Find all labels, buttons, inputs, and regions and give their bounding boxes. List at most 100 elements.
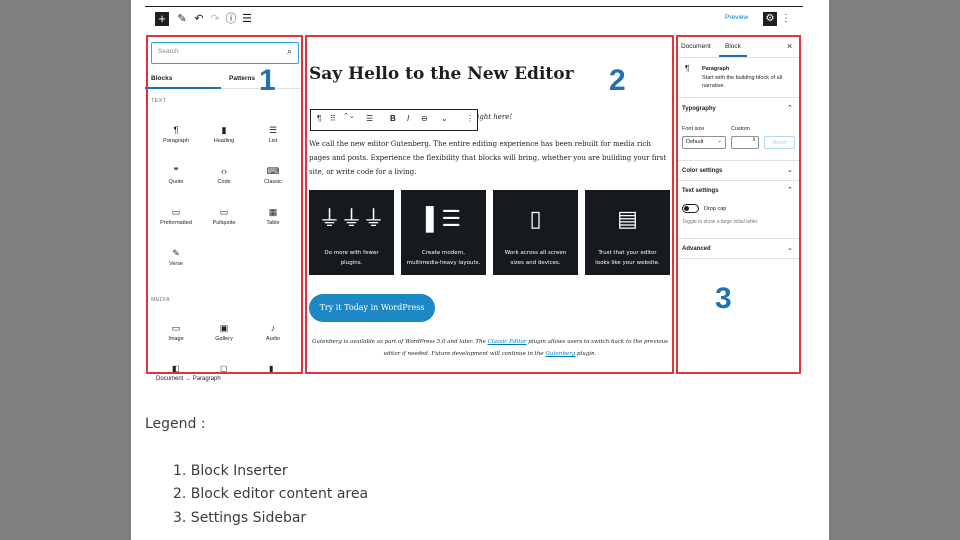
- breadcrumb: Document → Paragraph: [156, 376, 221, 382]
- block-image[interactable]: ▭ Image: [151, 322, 201, 342]
- code-icon: ‹›: [221, 166, 227, 176]
- card-text: Create modern,: [421, 250, 466, 256]
- media-text-icon[interactable]: ▮: [269, 364, 273, 373]
- paragraph-icon: ¶: [173, 125, 179, 135]
- paragraph-type-icon[interactable]: ¶: [317, 114, 321, 123]
- more-options-icon[interactable]: ⋮: [781, 12, 791, 26]
- text-settings-toggle[interactable]: Text settings: [682, 188, 719, 194]
- block-heading[interactable]: ▮ Heading: [199, 124, 249, 144]
- block-label: Heading: [213, 138, 235, 144]
- chevron-up-icon[interactable]: ⌃: [787, 104, 793, 112]
- post-title[interactable]: Say Hello to the New Editor: [309, 64, 574, 84]
- breadcrumb-paragraph[interactable]: Paragraph: [193, 376, 221, 382]
- block-audio[interactable]: ♪ Audio: [248, 322, 298, 342]
- block-table[interactable]: ▦ Table: [248, 206, 298, 226]
- pullquote-icon: ▭: [219, 207, 229, 217]
- redo-icon[interactable]: ↷: [208, 12, 222, 26]
- chevron-up-icon[interactable]: ⌃: [787, 186, 793, 194]
- italic-button[interactable]: I: [407, 114, 409, 123]
- chevron-down-icon[interactable]: ⌄: [787, 244, 793, 252]
- list-icon: ☰: [268, 125, 278, 135]
- image-icon: ▭: [171, 323, 181, 333]
- breadcrumb-document[interactable]: Document: [156, 376, 183, 382]
- legend-item: 1. Block Inserter: [173, 463, 288, 479]
- tab-block[interactable]: Block: [725, 43, 741, 50]
- block-label: Table: [266, 220, 280, 226]
- paragraph-icon: ¶: [685, 64, 690, 73]
- block-preformatted[interactable]: ▭ Preformatted: [151, 206, 201, 226]
- feature-card: ▌☰ Create modern, multimedia-heavy layout…: [401, 190, 486, 275]
- info-icon[interactable]: ⓘ: [224, 12, 238, 26]
- preview-button[interactable]: Preview: [725, 14, 748, 21]
- block-list[interactable]: ☰ List: [248, 124, 298, 144]
- block-label: List: [268, 138, 278, 144]
- more-options-icon[interactable]: ⋮: [466, 114, 474, 123]
- footnote-text: Gutenberg is available as part of WordPr…: [309, 336, 671, 360]
- block-label: Pullquote: [212, 220, 236, 226]
- list-view-icon[interactable]: ☰: [240, 12, 254, 26]
- spinner-icon: ⇕: [751, 137, 756, 143]
- tab-blocks[interactable]: Blocks: [151, 75, 172, 82]
- mobile-icon: ▯: [529, 206, 542, 231]
- block-label: Verse: [168, 261, 184, 267]
- cover-icon[interactable]: ◧: [172, 364, 180, 373]
- card-text: multimedia-heavy layouts.: [406, 260, 481, 266]
- chevron-down-icon[interactable]: ⌄: [787, 166, 793, 174]
- bold-button[interactable]: B: [390, 114, 396, 123]
- drag-handle-icon[interactable]: ⠿: [330, 114, 336, 123]
- file-icon[interactable]: ▢: [220, 364, 228, 373]
- advanced-panel-toggle[interactable]: Advanced: [682, 246, 711, 252]
- font-size-value: Default: [686, 139, 704, 145]
- footnote-part: plugin.: [575, 351, 597, 357]
- block-quote[interactable]: ❞ Quote: [151, 165, 201, 185]
- block-paragraph[interactable]: ¶ Paragraph: [151, 124, 201, 144]
- top-divider: [145, 6, 803, 7]
- tab-document[interactable]: Document: [681, 43, 711, 50]
- custom-size-input[interactable]: ⇕: [731, 136, 759, 149]
- text-section-label: TEXT: [151, 98, 167, 104]
- undo-icon[interactable]: ↶: [192, 12, 206, 26]
- gutenberg-link[interactable]: Gutenberg: [545, 351, 575, 357]
- italic-text[interactable]: ight here!: [477, 113, 512, 121]
- card-text: looks like your website.: [595, 260, 660, 266]
- block-gallery[interactable]: ▣ Gallery: [199, 322, 249, 342]
- pencil-icon[interactable]: ✎: [175, 12, 189, 26]
- block-verse[interactable]: ✎ Verse: [151, 247, 201, 267]
- block-pullquote[interactable]: ▭ Pullquote: [199, 206, 249, 226]
- card-text: Trust that your editor: [598, 250, 657, 256]
- align-icon[interactable]: ☰: [366, 114, 373, 123]
- close-icon[interactable]: ×: [787, 41, 792, 51]
- verse-icon: ✎: [172, 248, 180, 258]
- tab-patterns[interactable]: Patterns: [229, 75, 255, 82]
- chevron-down-icon[interactable]: ⌄: [441, 114, 448, 123]
- editor-screenshot: + ✎ ↶ ↷ ⓘ ☰ Preview ⚙ ⋮ Search ⌕ Blocks …: [131, 0, 829, 540]
- classic-editor-link[interactable]: Classic Editor: [488, 339, 527, 345]
- template-icon: ▤: [617, 206, 638, 231]
- color-settings-toggle[interactable]: Color settings: [682, 168, 722, 174]
- reset-button[interactable]: Reset: [764, 136, 795, 149]
- gallery-icon: ▣: [219, 323, 229, 333]
- font-size-select[interactable]: Default ⌄: [682, 136, 726, 149]
- typography-panel-toggle[interactable]: Typography: [682, 106, 716, 112]
- drop-cap-help: Toggle to show a large initial letter.: [682, 219, 759, 225]
- block-description: Start with the building block of all nar…: [702, 75, 783, 89]
- divider: [678, 238, 799, 239]
- custom-label: Custom: [731, 126, 750, 132]
- plugs-icon: ⏚⏚⏚: [318, 206, 385, 231]
- divider: [678, 97, 799, 98]
- search-input[interactable]: Search ⌕: [151, 42, 299, 64]
- paragraph-block[interactable]: We call the new editor Gutenberg. The en…: [309, 137, 671, 179]
- active-tab-indicator: [145, 87, 221, 89]
- block-label: Image: [168, 336, 184, 342]
- gear-icon[interactable]: ⚙: [763, 12, 777, 26]
- divider: [678, 180, 799, 181]
- move-icon[interactable]: ⌃⌄: [343, 112, 355, 120]
- drop-cap-toggle[interactable]: [682, 204, 699, 213]
- table-icon: ▦: [268, 207, 278, 217]
- plus-icon[interactable]: +: [155, 12, 169, 26]
- block-code[interactable]: ‹› Code: [199, 165, 249, 185]
- link-icon[interactable]: ⊖: [421, 114, 428, 123]
- cta-button[interactable]: Try it Today in WordPress: [309, 294, 435, 322]
- block-classic[interactable]: ⌨ Classic: [248, 165, 298, 185]
- feature-card: ▯ Work across all screen sizes and device…: [493, 190, 578, 275]
